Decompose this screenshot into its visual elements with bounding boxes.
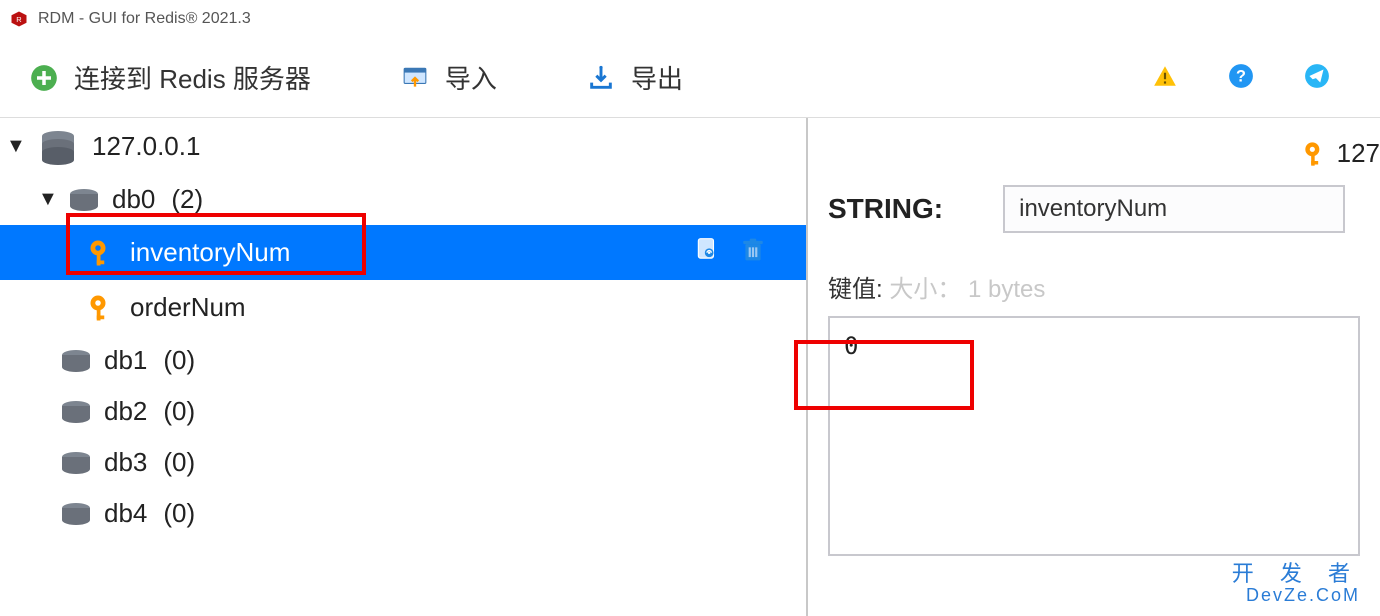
server-host-label: 127.0.0.1 (92, 131, 200, 162)
type-label: STRING: (828, 193, 943, 225)
import-label: 导入 (445, 59, 497, 96)
watermark-line2: DevZe.CoM (1232, 586, 1360, 606)
db-label: db2 (104, 396, 147, 427)
watermark-line1: 开 发 者 (1232, 562, 1360, 586)
db-label: db4 (104, 498, 147, 529)
db-label: db0 (112, 184, 155, 215)
db-label: db3 (104, 447, 147, 478)
db-row-db4[interactable]: db4 (0) (0, 488, 806, 539)
key-row-actions (694, 234, 766, 271)
database-icon (60, 502, 92, 526)
db-row-db0[interactable]: ▼ db0 (2) (0, 174, 806, 225)
export-button[interactable]: 导出 (587, 59, 683, 96)
main-area: ▼ 127.0.0.1 ▼ db0 (2) inventoryNum (0, 118, 1380, 616)
chevron-down-icon[interactable]: ▼ (38, 188, 56, 211)
db-count: (0) (163, 498, 195, 529)
toolbar-right-icons: ? (1152, 63, 1350, 92)
key-icon (1303, 140, 1331, 168)
database-stack-icon (38, 126, 78, 166)
key-icon (88, 293, 118, 323)
connect-button[interactable]: 连接到 Redis 服务器 (30, 59, 311, 96)
export-label: 导出 (631, 59, 683, 96)
plus-circle-icon (30, 64, 58, 92)
telegram-icon[interactable] (1304, 63, 1330, 92)
database-icon (60, 349, 92, 373)
database-icon (68, 188, 100, 212)
connect-label: 连接到 Redis 服务器 (74, 59, 311, 96)
breadcrumb-host: 127 (1337, 138, 1380, 169)
warning-icon[interactable] (1152, 63, 1178, 92)
key-label: orderNum (130, 292, 246, 323)
help-icon[interactable]: ? (1228, 63, 1254, 92)
copy-icon[interactable] (694, 234, 720, 271)
size-row: 键值: 大小： 1 bytes (808, 239, 1380, 316)
db-row-db1[interactable]: db1 (0) (0, 335, 806, 386)
key-name-input[interactable] (1003, 185, 1345, 233)
db-count: (0) (163, 447, 195, 478)
value-label: 键值: (828, 276, 883, 303)
chevron-down-icon[interactable]: ▼ (6, 135, 24, 158)
db-count: (0) (163, 396, 195, 427)
import-icon (401, 64, 429, 92)
key-icon (88, 238, 118, 268)
sidebar-tree: ▼ 127.0.0.1 ▼ db0 (2) inventoryNum (0, 118, 808, 616)
export-icon (587, 64, 615, 92)
size-value: 1 bytes (968, 276, 1045, 303)
titlebar: R RDM - GUI for Redis® 2021.3 (0, 0, 1380, 38)
key-row-ordernum[interactable]: orderNum (0, 280, 806, 335)
key-label: inventoryNum (130, 237, 290, 268)
window-title: RDM - GUI for Redis® 2021.3 (38, 10, 251, 28)
key-row-inventorynum[interactable]: inventoryNum (0, 225, 806, 280)
size-label: 大小： (889, 276, 961, 303)
trash-icon[interactable] (740, 234, 766, 271)
svg-text:?: ? (1236, 67, 1246, 85)
db-count: (2) (171, 184, 203, 215)
watermark: 开 发 者 DevZe.CoM (1232, 562, 1360, 606)
detail-header: STRING: (808, 179, 1380, 239)
db-row-db3[interactable]: db3 (0) (0, 437, 806, 488)
detail-pane: 127 STRING: 键值: 大小： 1 bytes 0 开 发 者 DevZ… (808, 118, 1380, 616)
db-count: (0) (163, 345, 195, 376)
db-row-db2[interactable]: db2 (0) (0, 386, 806, 437)
toolbar: 连接到 Redis 服务器 导入 导出 ? (0, 38, 1380, 118)
detail-breadcrumb: 127 (808, 138, 1380, 179)
database-icon (60, 400, 92, 424)
import-button[interactable]: 导入 (401, 59, 497, 96)
server-row[interactable]: ▼ 127.0.0.1 (0, 118, 806, 174)
app-logo-icon: R (10, 10, 28, 28)
value-textarea[interactable]: 0 (828, 316, 1360, 556)
value-text: 0 (844, 332, 858, 360)
svg-text:R: R (16, 15, 22, 24)
database-icon (60, 451, 92, 475)
db-label: db1 (104, 345, 147, 376)
